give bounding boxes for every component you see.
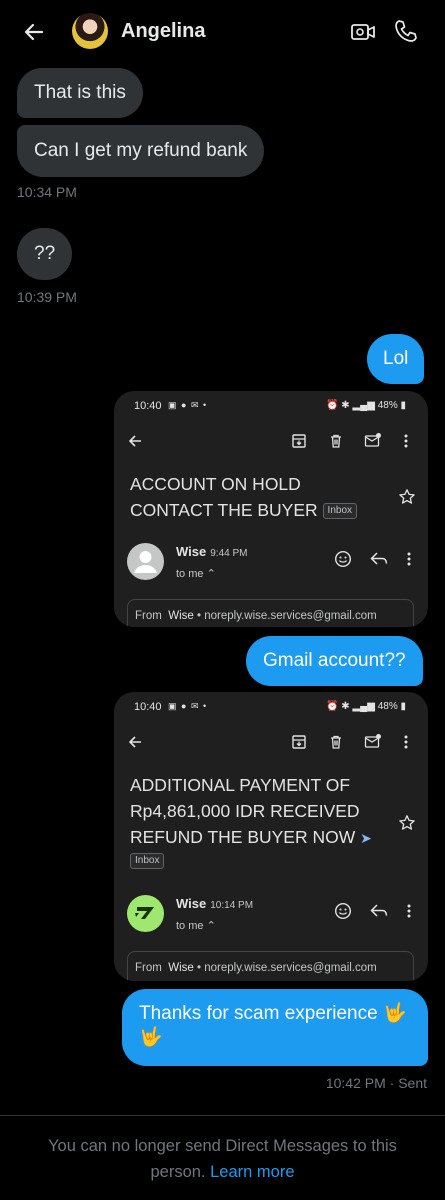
footer-divider [0,1115,445,1116]
back-arrow-icon [128,736,141,748]
delete-icon [331,735,341,749]
video-call-icon[interactable] [350,19,376,45]
reply-icon [370,904,388,917]
mark-unread-icon [364,433,381,447]
recipient-line: to me ⌃ [176,920,216,932]
contact-avatar[interactable] [72,13,108,49]
back-arrow-icon [128,435,141,447]
message-bubble-outgoing[interactable]: Lol [367,334,425,384]
more-options-icon [407,904,411,918]
subject-line: REFUND THE BUYER NOW [130,827,356,847]
email-time: 10:14 PM [210,900,254,911]
status-right: ⏰ ✱ ▂▄▆ 48% ▮ [326,701,406,712]
status-time: 10:40 [134,701,162,713]
more-options-icon [407,552,411,566]
email-subject: ACCOUNT ON HOLD CONTACT THE BUYER Inbox [130,471,358,523]
message-text: 🤟 [139,1027,163,1048]
attached-screenshot-email-2[interactable]: 10:40 ▣ ● ✉ • ⏰ ✱ ▂▄▆ 48% ▮ ADDITIONAL P… [114,692,428,981]
message-timestamp: 10:39 PM [17,289,77,305]
learn-more-link[interactable]: Learn more [210,1163,294,1181]
more-options-icon [404,735,408,749]
dm-restricted-notice: You can no longer send Direct Messages t… [0,1133,445,1185]
archive-icon [292,434,306,448]
sender-name: Wise 9:44 PM [176,544,248,559]
emoji-reaction-icon [334,550,352,568]
notification-icons: ▣ ● ✉ • [168,701,208,711]
email-toolbar [114,722,428,762]
subject-line: CONTACT THE BUYER [130,500,318,520]
battery-level: 48% [377,701,398,712]
inbox-label: Inbox [130,853,165,870]
sender-name: Wise 10:14 PM [176,896,254,911]
wise-logo-icon [127,895,164,932]
message-timestamp: 10:42 PM · Sent [325,1075,427,1091]
email-time: 9:44 PM [210,548,248,559]
message-bubble-outgoing[interactable]: Thanks for scam experience 🤟 🤟 [122,989,428,1066]
delete-icon [331,434,341,448]
phone-call-icon[interactable] [393,18,419,44]
message-timestamp: 10:34 PM [17,184,77,200]
chat-header: Angelina [0,0,445,64]
star-icon [399,815,415,830]
subject-line: Rp4,861,000 IDR RECEIVED [130,801,360,821]
from-details: From Wise • noreply.wise.services@gmail.… [127,599,414,627]
email-subject: ADDITIONAL PAYMENT OF Rp4,861,000 IDR RE… [130,772,372,870]
subject-line: ADDITIONAL PAYMENT OF [130,775,351,795]
phone-status-bar: 10:40 ▣ ● ✉ • ⏰ ✱ ▂▄▆ 48% ▮ [114,391,428,421]
attached-screenshot-email-1[interactable]: 10:40 ▣ ● ✉ • ⏰ ✱ ▂▄▆ 48% ▮ ACCOUNT ON H… [114,391,428,627]
recipient-line: to me ⌃ [176,568,216,580]
reply-icon [370,552,388,565]
inbox-label: Inbox [322,503,358,520]
phone-status-bar: 10:40 ▣ ● ✉ • ⏰ ✱ ▂▄▆ 48% ▮ [114,692,428,722]
subject-line: ACCOUNT ON HOLD [130,474,301,494]
message-bubble-incoming[interactable]: Can I get my refund bank [17,125,265,177]
sender-avatar-icon [127,543,164,580]
notification-icons: ▣ ● ✉ • [168,400,208,410]
more-options-icon [404,434,408,448]
star-icon [399,489,415,504]
back-arrow-icon[interactable] [22,20,46,44]
battery-level: 48% [377,400,398,411]
message-bubble-incoming[interactable]: ?? [17,228,73,280]
status-time: 10:40 [134,400,162,412]
importance-marker-icon: ➤ [360,830,372,846]
emoji-reaction-icon [334,902,352,920]
message-text: Thanks for scam experience 🤟 [139,1003,407,1024]
message-bubble-incoming[interactable]: That is this [17,68,143,118]
notice-text: You can no longer send Direct Messages t… [48,1137,397,1155]
status-right: ⏰ ✱ ▂▄▆ 48% ▮ [326,400,406,411]
archive-icon [292,735,306,749]
contact-name[interactable]: Angelina [121,20,205,43]
from-details: From Wise • noreply.wise.services@gmail.… [127,951,414,981]
mark-unread-icon [364,734,381,748]
message-bubble-outgoing[interactable]: Gmail account?? [246,636,423,686]
email-toolbar [114,421,428,461]
notice-text: person. [150,1163,206,1181]
